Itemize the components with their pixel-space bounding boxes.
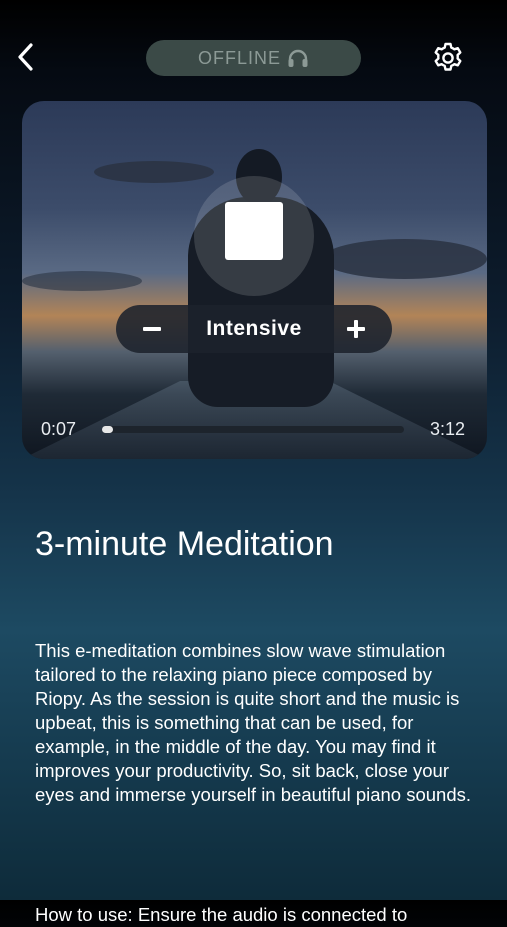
total-duration: 3:12 <box>429 419 465 439</box>
media-player-card: Intensive 0:07 3:12 <box>22 101 487 459</box>
progress-fill <box>102 426 113 433</box>
headphones-icon <box>288 49 308 67</box>
decrease-intensity-button[interactable] <box>136 313 168 345</box>
gear-icon <box>434 42 462 71</box>
back-button[interactable] <box>10 40 40 74</box>
session-title: 3-minute Meditation <box>35 524 334 563</box>
intensity-label: Intensive <box>206 317 302 340</box>
intensity-control: Intensive <box>116 305 392 353</box>
minus-icon <box>143 327 161 331</box>
cloud-shape <box>94 161 214 183</box>
how-to-use-text: How to use: Ensure the audio is connecte… <box>35 903 408 925</box>
offline-status-badge: OFFLINE <box>146 40 361 76</box>
cloud-shape <box>22 271 142 291</box>
offline-label: OFFLINE <box>197 47 281 68</box>
progress-bar[interactable] <box>102 426 404 433</box>
session-description: This e-meditation combines slow wave sti… <box>35 639 472 805</box>
settings-button[interactable] <box>430 40 466 76</box>
chevron-left-icon <box>18 43 33 71</box>
increase-intensity-button[interactable] <box>340 313 372 345</box>
elapsed-time: 0:07 <box>41 419 77 439</box>
cloud-shape <box>322 239 487 279</box>
top-bar: OFFLINE <box>0 0 507 100</box>
plus-icon <box>346 320 365 338</box>
stop-button[interactable] <box>225 202 283 260</box>
